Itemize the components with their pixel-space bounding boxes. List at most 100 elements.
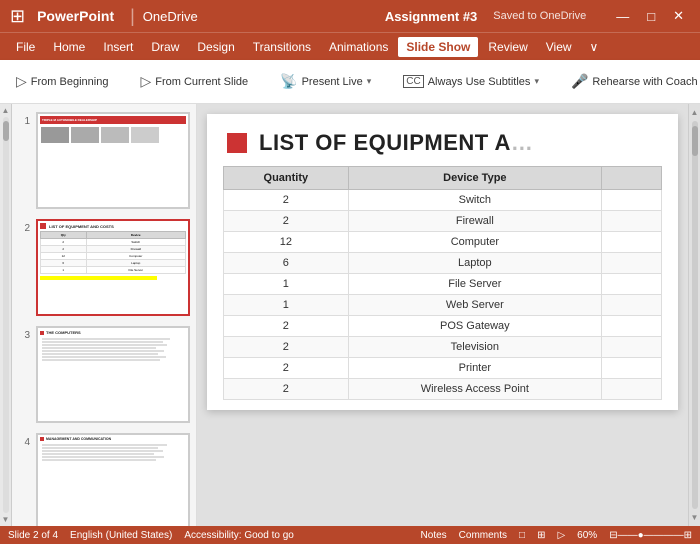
filename: Assignment #3	[385, 9, 477, 24]
from-beginning-icon: ▷	[16, 73, 27, 90]
slide-num-2: 2	[18, 219, 30, 234]
table-row: 2 Firewall	[224, 211, 662, 232]
table-row: 2 Wireless Access Point	[224, 379, 662, 400]
view-normal-icon[interactable]: □	[519, 530, 525, 541]
saved-status: Saved to OneDrive	[493, 10, 586, 22]
col-header-quantity: Quantity	[224, 167, 349, 190]
cell-extra	[602, 232, 662, 253]
title-accent-box	[227, 133, 247, 153]
cell-qty: 1	[224, 295, 349, 316]
menu-file[interactable]: File	[8, 37, 43, 57]
cell-qty: 2	[224, 379, 349, 400]
comments-button[interactable]: Comments	[459, 530, 507, 541]
cell-extra	[602, 295, 662, 316]
ribbon: ▷ From Beginning ▷ From Current Slide 📡 …	[0, 60, 700, 104]
cell-extra	[602, 358, 662, 379]
subtitles-dropdown-arrow: ▾	[534, 76, 539, 87]
slide-thumb-3[interactable]: 3 THE COMPUTERS	[18, 326, 190, 423]
col-header-extra	[602, 167, 662, 190]
table-row: 1 Web Server	[224, 295, 662, 316]
slide-image-2[interactable]: LIST OF EQUIPMENT AND COSTS Qty Device 2…	[36, 219, 190, 316]
from-beginning-label: From Beginning	[31, 76, 109, 88]
menu-draw[interactable]: Draw	[143, 37, 187, 57]
zoom-slider[interactable]: ⊟——●————⊞	[609, 530, 692, 541]
menu-view[interactable]: View	[538, 37, 580, 57]
cell-qty: 2	[224, 190, 349, 211]
present-live-button[interactable]: 📡 Present Live ▾	[272, 69, 379, 94]
view-slide-sorter-icon[interactable]: ⊞	[537, 530, 545, 541]
minimize-button[interactable]: —	[610, 6, 635, 26]
cell-device: POS Gateway	[348, 316, 601, 337]
menu-animations[interactable]: Animations	[321, 37, 396, 57]
cell-device: Firewall	[348, 211, 601, 232]
always-subtitles-button[interactable]: CC Always Use Subtitles ▾	[395, 71, 547, 92]
table-row: 2 Television	[224, 337, 662, 358]
menu-transitions[interactable]: Transitions	[245, 37, 319, 57]
scroll-track	[692, 121, 698, 509]
from-current-label: From Current Slide	[155, 76, 248, 88]
slide-image-3[interactable]: THE COMPUTERS	[36, 326, 190, 423]
menu-home[interactable]: Home	[45, 37, 93, 57]
slide-thumb-1[interactable]: 1 TRIPLE M AUTOMOBILE DEALERSHIP	[18, 112, 190, 209]
drive-name: OneDrive	[143, 9, 198, 24]
close-button[interactable]: ✕	[667, 6, 690, 26]
cell-qty: 2	[224, 316, 349, 337]
rehearse-icon: 🎤	[571, 73, 588, 90]
slide-thumb-4[interactable]: 4 MANAGEMENT AND COMMUNICATION	[18, 433, 190, 526]
cell-extra	[602, 274, 662, 295]
cell-qty: 2	[224, 211, 349, 232]
notes-button[interactable]: Notes	[421, 530, 447, 541]
slide-thumb-2[interactable]: 2 LIST OF EQUIPMENT AND COSTS Qty	[18, 219, 190, 316]
menu-more[interactable]: ∨	[582, 37, 607, 57]
cell-extra	[602, 337, 662, 358]
cell-qty: 2	[224, 337, 349, 358]
slide-title-area: LIST OF EQUIPMENT A…	[207, 114, 678, 166]
table-row: 1 File Server	[224, 274, 662, 295]
scroll-down-arrow[interactable]: ▼	[689, 511, 700, 524]
menu-review[interactable]: Review	[480, 37, 535, 57]
ribbon-right: 🎤 Rehearse with Coach	[563, 69, 700, 94]
menu-slideshow[interactable]: Slide Show	[398, 37, 478, 57]
slide-info: Slide 2 of 4	[8, 530, 58, 541]
accessibility-status: Accessibility: Good to go	[184, 530, 294, 541]
slides-panel: 1 TRIPLE M AUTOMOBILE DEALERSHIP	[12, 104, 197, 526]
rehearse-coach-button[interactable]: 🎤 Rehearse with Coach	[563, 69, 700, 94]
col-header-device-type: Device Type	[348, 167, 601, 190]
cell-qty: 1	[224, 274, 349, 295]
maximize-button[interactable]: □	[641, 6, 661, 26]
view-reading-icon[interactable]: ▷	[557, 530, 565, 541]
scroll-thumb[interactable]	[692, 126, 698, 156]
slide-image-4[interactable]: MANAGEMENT AND COMMUNICATION	[36, 433, 190, 526]
equipment-table: Quantity Device Type 2 Switch 2 Firewall	[223, 166, 662, 400]
table-row: 12 Computer	[224, 232, 662, 253]
table-row: 6 Laptop	[224, 253, 662, 274]
cell-device: Wireless Access Point	[348, 379, 601, 400]
scroll-up-arrow[interactable]: ▲	[689, 106, 700, 119]
from-current-icon: ▷	[140, 73, 151, 90]
waffle-icon[interactable]: ⊞	[10, 6, 25, 27]
cell-extra	[602, 253, 662, 274]
window-controls: — □ ✕	[610, 6, 690, 26]
app-name: PowerPoint	[37, 8, 114, 24]
cell-device: Web Server	[348, 295, 601, 316]
cell-device: Laptop	[348, 253, 601, 274]
cell-extra	[602, 211, 662, 232]
language-indicator: English (United States)	[70, 530, 172, 541]
always-subtitles-label: Always Use Subtitles	[428, 76, 531, 88]
subtitles-icon: CC	[403, 75, 423, 88]
from-beginning-button[interactable]: ▷ From Beginning	[8, 69, 116, 94]
menu-insert[interactable]: Insert	[95, 37, 141, 57]
left-scroll: ▲ ▼	[0, 104, 12, 526]
from-current-button[interactable]: ▷ From Current Slide	[132, 69, 256, 94]
title-separator: |	[130, 6, 135, 27]
present-live-label: Present Live	[302, 76, 363, 88]
table-row: 2 Printer	[224, 358, 662, 379]
slide-view: LIST OF EQUIPMENT A… Quantity Device Typ…	[197, 104, 688, 526]
menu-design[interactable]: Design	[189, 37, 242, 57]
rehearse-label: Rehearse with Coach	[592, 76, 697, 88]
cell-qty: 12	[224, 232, 349, 253]
status-bar: Slide 2 of 4 English (United States) Acc…	[0, 526, 700, 544]
present-live-icon: 📡	[280, 73, 297, 90]
slide-image-1[interactable]: TRIPLE M AUTOMOBILE DEALERSHIP	[36, 112, 190, 209]
table-row: 2 POS Gateway	[224, 316, 662, 337]
